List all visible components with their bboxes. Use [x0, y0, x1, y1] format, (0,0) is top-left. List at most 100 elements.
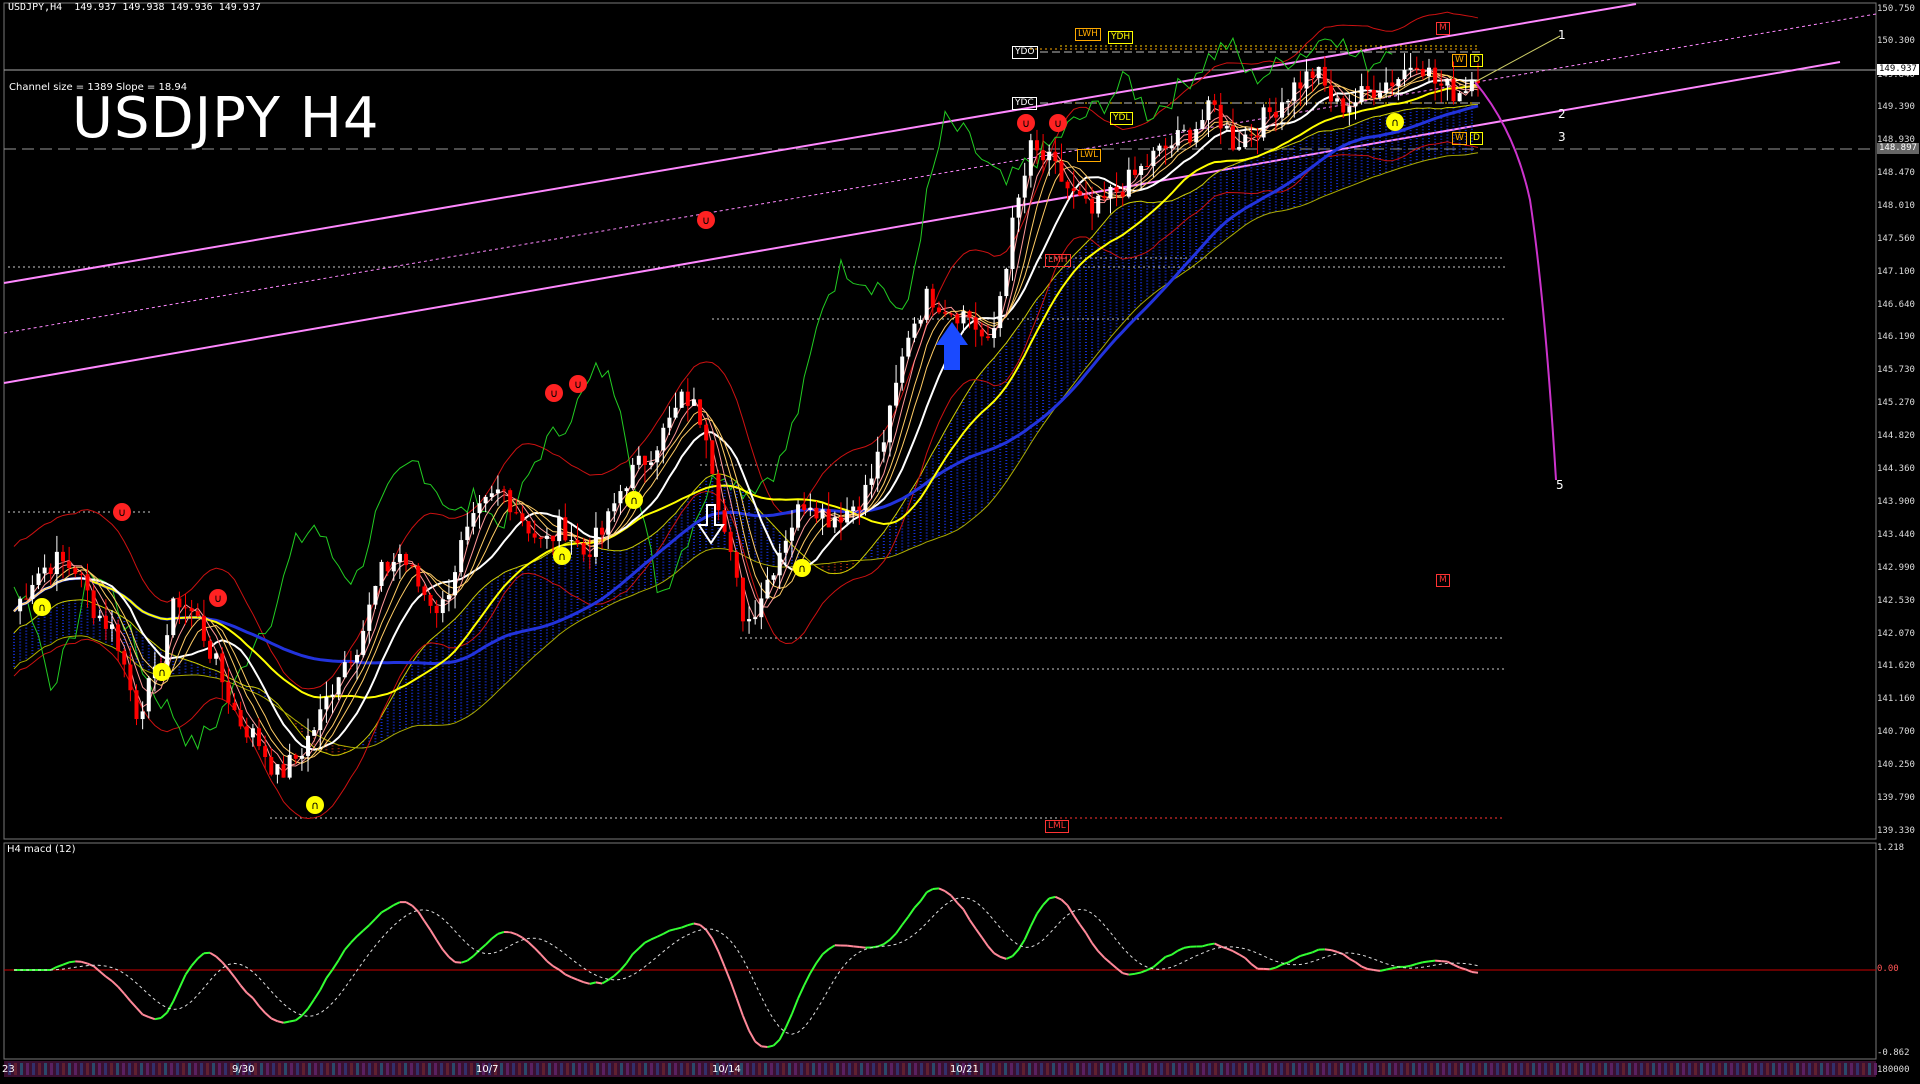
macd-segment [94, 966, 100, 971]
session-tick [1514, 1063, 1517, 1075]
session-tick [746, 1063, 749, 1075]
session-tick [1058, 1063, 1061, 1075]
candle-body [588, 555, 592, 557]
session-tick [1154, 1063, 1157, 1075]
candle-body [1206, 100, 1210, 120]
macd-segment [682, 925, 688, 927]
candle-body [1017, 198, 1021, 218]
signal-glyph: ∩ [38, 601, 46, 614]
session-tick [278, 1063, 281, 1075]
candle-body [202, 616, 206, 641]
macd-segment [467, 956, 473, 961]
candle-body [539, 538, 543, 539]
session-tick [1814, 1063, 1817, 1075]
candle-body [576, 540, 580, 543]
session-tick [1292, 1063, 1295, 1075]
macd-segment [143, 1015, 149, 1017]
session-tick [1820, 1063, 1823, 1075]
macd-segment [1092, 943, 1098, 951]
macd-segment [737, 999, 743, 1016]
macd-segment [406, 902, 412, 905]
macd-segment [939, 888, 945, 891]
candle-body [43, 568, 47, 574]
candle-body [1433, 68, 1437, 84]
session-tick [1118, 1063, 1121, 1075]
macd-segment [761, 1046, 767, 1047]
session-tick [50, 1063, 53, 1075]
price-chart[interactable]: ∩∩∩∩∩∩∩∪∪∪∪∪∪∪ [0, 0, 1920, 1080]
weekly-label-top: W [1452, 54, 1467, 67]
macd-segment [1325, 949, 1331, 950]
candle-body [851, 507, 855, 511]
macd-segment [1460, 968, 1466, 970]
session-tick [1796, 1063, 1799, 1075]
session-tick [620, 1063, 623, 1075]
session-tick [1160, 1063, 1163, 1075]
session-tick [152, 1063, 155, 1075]
candle-body [300, 756, 304, 759]
macd-segment [192, 959, 198, 966]
macd-segment [1166, 955, 1172, 957]
candle-body [796, 504, 800, 527]
session-tick [1238, 1063, 1241, 1075]
macd-segment [780, 1028, 786, 1040]
session-tick [1790, 1063, 1793, 1075]
session-tick [944, 1063, 947, 1075]
candle-body [955, 314, 959, 323]
candle-body [1280, 102, 1284, 117]
macd-segment [1031, 914, 1037, 926]
macd-segment [222, 962, 228, 969]
macd-segment [1006, 956, 1012, 959]
candle-body [998, 296, 1002, 328]
session-tick [38, 1063, 41, 1075]
macd-segment [57, 965, 63, 967]
macd-segment [688, 923, 694, 925]
candle-body [104, 616, 108, 629]
macd-segment [149, 1017, 155, 1019]
candle-body [465, 527, 469, 540]
macd-segment [749, 1031, 755, 1042]
macd-segment [1245, 958, 1251, 964]
price-scale-label: 143.440 [1877, 530, 1920, 540]
candle-body [1384, 82, 1388, 92]
candle-body [318, 709, 322, 730]
macd-segment [431, 930, 437, 940]
session-tick [374, 1063, 377, 1075]
session-tick [908, 1063, 911, 1075]
price-scale-label: 143.900 [1877, 497, 1920, 507]
candle-body [239, 710, 243, 726]
session-tick [794, 1063, 797, 1075]
macd-segment [443, 950, 449, 957]
macd-segment [1025, 926, 1031, 940]
candle-body [649, 462, 653, 465]
macd-segment [1331, 950, 1337, 952]
price-scale-label: 140.700 [1877, 727, 1920, 737]
session-tick [926, 1063, 929, 1075]
session-tick [1322, 1063, 1325, 1075]
signal-glyph: ∩ [158, 666, 166, 679]
session-tick [1682, 1063, 1685, 1075]
session-tick [638, 1063, 641, 1075]
candle-body [1090, 199, 1094, 214]
macd-segment [669, 929, 675, 931]
session-tick [998, 1063, 1001, 1075]
macd-segment [571, 977, 577, 979]
session-tick [1502, 1063, 1505, 1075]
macd-segment [314, 990, 320, 1000]
session-tick [128, 1063, 131, 1075]
macd-segment [461, 961, 467, 963]
price-scale-label: 142.530 [1877, 596, 1920, 606]
session-tick [650, 1063, 653, 1075]
session-tick [1706, 1063, 1709, 1075]
candle-body [680, 392, 684, 408]
candle-body [349, 662, 353, 663]
macd-segment [1184, 947, 1190, 948]
session-tick [848, 1063, 851, 1075]
senkou-span-b [14, 153, 1478, 748]
macd-segment [1294, 956, 1300, 959]
session-tick [536, 1063, 539, 1075]
daily-label-top: D [1470, 54, 1483, 67]
session-tick [176, 1063, 179, 1075]
date-label: 10/14 [712, 1064, 741, 1075]
candle-body [612, 503, 616, 511]
